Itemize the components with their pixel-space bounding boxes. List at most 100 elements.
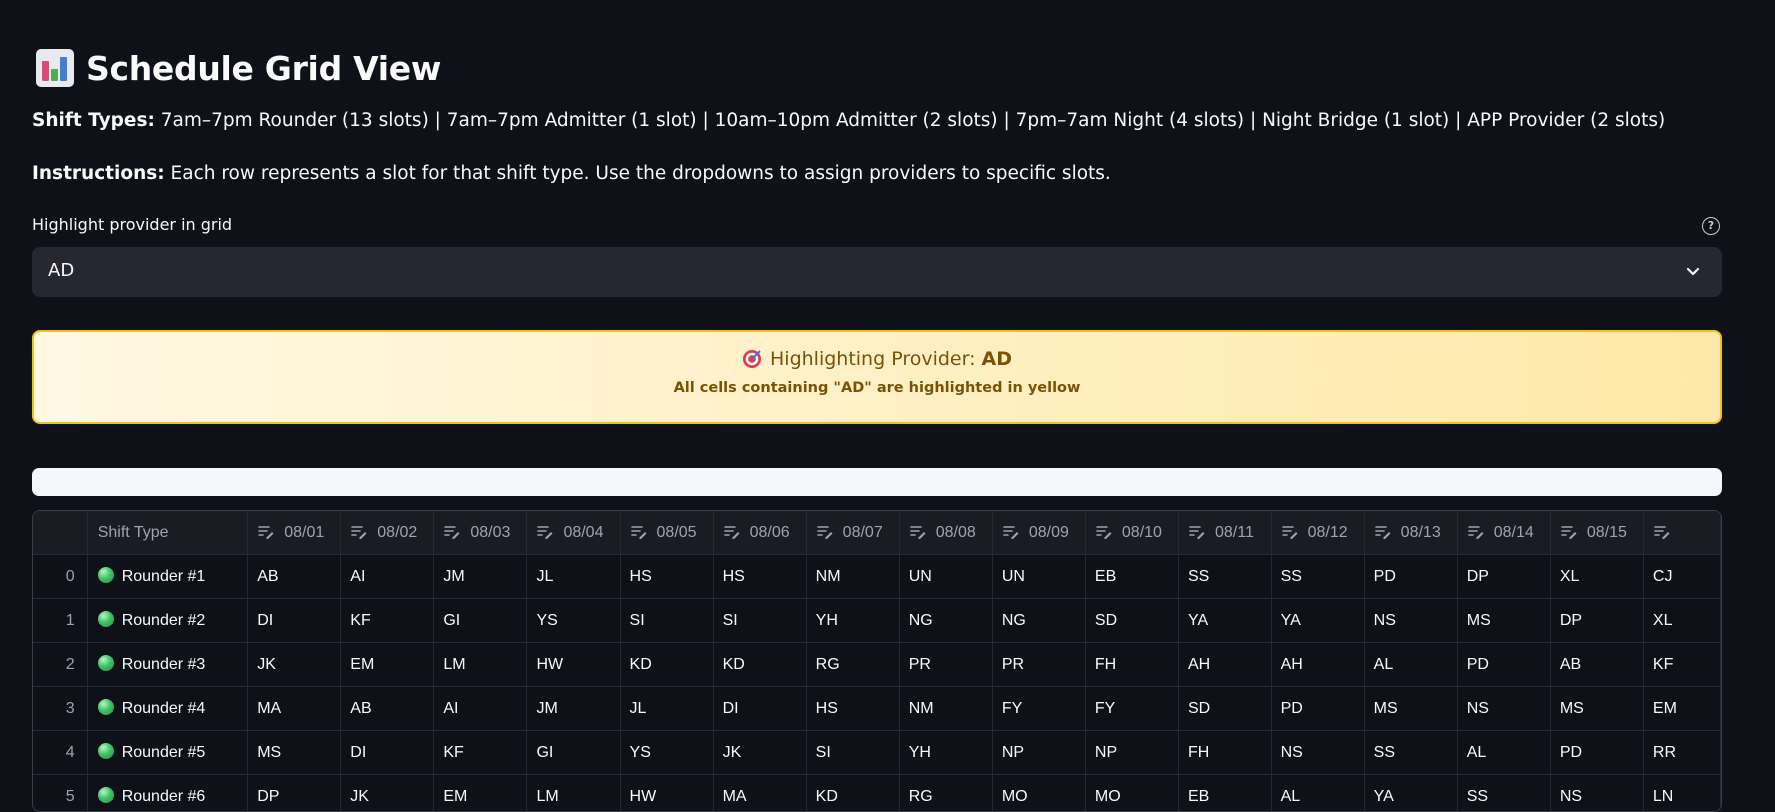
provider-cell[interactable]: HS (806, 687, 899, 731)
provider-cell[interactable]: EM (434, 775, 527, 812)
provider-cell[interactable]: AL (1271, 775, 1364, 812)
provider-cell[interactable]: MS (1550, 687, 1643, 731)
provider-cell[interactable]: LN (1643, 775, 1720, 812)
shift-type-cell[interactable]: Rounder #2 (87, 599, 248, 643)
provider-cell[interactable]: SS (1457, 775, 1550, 812)
provider-cell[interactable]: RG (806, 643, 899, 687)
provider-cell[interactable]: MA (713, 775, 806, 812)
provider-cell[interactable]: YA (1364, 775, 1457, 812)
provider-cell[interactable]: MA (248, 687, 341, 731)
provider-cell[interactable]: HW (620, 775, 713, 812)
provider-cell[interactable]: NS (1550, 775, 1643, 812)
provider-cell[interactable]: NM (899, 687, 992, 731)
date-column-header[interactable]: 08/09 (992, 511, 1085, 555)
date-column-header[interactable]: 08/02 (341, 511, 434, 555)
provider-cell[interactable]: SD (1178, 687, 1271, 731)
provider-cell[interactable]: JM (434, 555, 527, 599)
provider-cell[interactable]: SD (1085, 599, 1178, 643)
date-column-header[interactable]: 08/07 (806, 511, 899, 555)
date-column-header[interactable]: 08/15 (1550, 511, 1643, 555)
provider-cell[interactable]: GI (434, 599, 527, 643)
provider-cell[interactable]: UN (899, 555, 992, 599)
provider-cell[interactable]: NP (1085, 731, 1178, 775)
provider-cell[interactable]: AL (1457, 731, 1550, 775)
provider-cell[interactable]: HW (527, 643, 620, 687)
date-column-header[interactable]: 08/05 (620, 511, 713, 555)
provider-cell[interactable]: DP (1550, 599, 1643, 643)
provider-cell[interactable]: JK (341, 775, 434, 812)
provider-cell[interactable]: SS (1178, 555, 1271, 599)
schedule-grid[interactable]: Shift Type 08/0108/0208/0308/0408/0508/0… (32, 510, 1722, 812)
date-column-header[interactable]: 08/13 (1364, 511, 1457, 555)
provider-cell[interactable]: SI (806, 731, 899, 775)
provider-cell[interactable]: NS (1271, 731, 1364, 775)
provider-cell[interactable]: DI (341, 731, 434, 775)
provider-cell[interactable]: LM (434, 643, 527, 687)
provider-cell[interactable]: AB (248, 555, 341, 599)
provider-cell[interactable]: MS (248, 731, 341, 775)
provider-cell[interactable]: SI (713, 599, 806, 643)
date-column-header[interactable]: 08/04 (527, 511, 620, 555)
provider-cell[interactable]: PD (1550, 731, 1643, 775)
provider-cell[interactable]: MS (1457, 599, 1550, 643)
provider-cell[interactable]: KD (620, 643, 713, 687)
provider-cell[interactable]: YH (806, 599, 899, 643)
provider-cell[interactable]: DI (248, 599, 341, 643)
provider-cell[interactable]: DP (1457, 555, 1550, 599)
provider-cell[interactable]: FH (1178, 731, 1271, 775)
provider-cell[interactable]: GI (527, 731, 620, 775)
provider-cell[interactable]: FY (1085, 687, 1178, 731)
date-column-header[interactable]: 08/12 (1271, 511, 1364, 555)
provider-cell[interactable]: YA (1271, 599, 1364, 643)
provider-cell[interactable]: EB (1085, 555, 1178, 599)
provider-cell[interactable]: CJ (1643, 555, 1720, 599)
provider-cell[interactable]: JK (713, 731, 806, 775)
provider-cell[interactable]: YA (1178, 599, 1271, 643)
provider-cell[interactable]: PD (1271, 687, 1364, 731)
provider-cell[interactable]: UN (992, 555, 1085, 599)
provider-cell[interactable]: MO (1085, 775, 1178, 812)
provider-cell[interactable]: SI (620, 599, 713, 643)
provider-cell[interactable]: KF (1643, 643, 1720, 687)
date-column-header[interactable]: 08/06 (713, 511, 806, 555)
provider-cell[interactable]: AI (341, 555, 434, 599)
provider-cell[interactable]: PR (899, 643, 992, 687)
date-column-header[interactable]: 08/11 (1178, 511, 1271, 555)
provider-cell[interactable]: SS (1271, 555, 1364, 599)
provider-cell[interactable]: DP (248, 775, 341, 812)
highlight-provider-select[interactable]: AD (32, 247, 1722, 297)
date-column-header[interactable]: 08/03 (434, 511, 527, 555)
provider-cell[interactable]: HS (713, 555, 806, 599)
date-column-header[interactable]: 08/10 (1085, 511, 1178, 555)
provider-cell[interactable]: NG (899, 599, 992, 643)
provider-cell[interactable]: KF (341, 599, 434, 643)
provider-cell[interactable]: NP (992, 731, 1085, 775)
provider-cell[interactable]: DI (713, 687, 806, 731)
provider-cell[interactable]: JL (620, 687, 713, 731)
provider-cell[interactable]: KD (713, 643, 806, 687)
provider-cell[interactable]: MO (992, 775, 1085, 812)
provider-cell[interactable]: AI (434, 687, 527, 731)
provider-cell[interactable]: YH (899, 731, 992, 775)
provider-cell[interactable]: JL (527, 555, 620, 599)
provider-cell[interactable]: NS (1364, 599, 1457, 643)
provider-cell[interactable]: AB (1550, 643, 1643, 687)
provider-cell[interactable]: JK (248, 643, 341, 687)
provider-cell[interactable]: EM (1643, 687, 1720, 731)
provider-cell[interactable]: EM (341, 643, 434, 687)
provider-cell[interactable]: SS (1364, 731, 1457, 775)
shift-type-cell[interactable]: Rounder #1 (87, 555, 248, 599)
shift-type-cell[interactable]: Rounder #5 (87, 731, 248, 775)
provider-cell[interactable]: AB (341, 687, 434, 731)
date-column-header[interactable]: 08/08 (899, 511, 992, 555)
date-column-header[interactable]: 08/14 (1457, 511, 1550, 555)
provider-cell[interactable]: AH (1178, 643, 1271, 687)
provider-cell[interactable]: RR (1643, 731, 1720, 775)
date-column-header[interactable] (1643, 511, 1720, 555)
shift-type-cell[interactable]: Rounder #4 (87, 687, 248, 731)
provider-cell[interactable]: HS (620, 555, 713, 599)
provider-cell[interactable]: JM (527, 687, 620, 731)
date-column-header[interactable]: 08/01 (248, 511, 341, 555)
provider-cell[interactable]: NG (992, 599, 1085, 643)
provider-cell[interactable]: FH (1085, 643, 1178, 687)
